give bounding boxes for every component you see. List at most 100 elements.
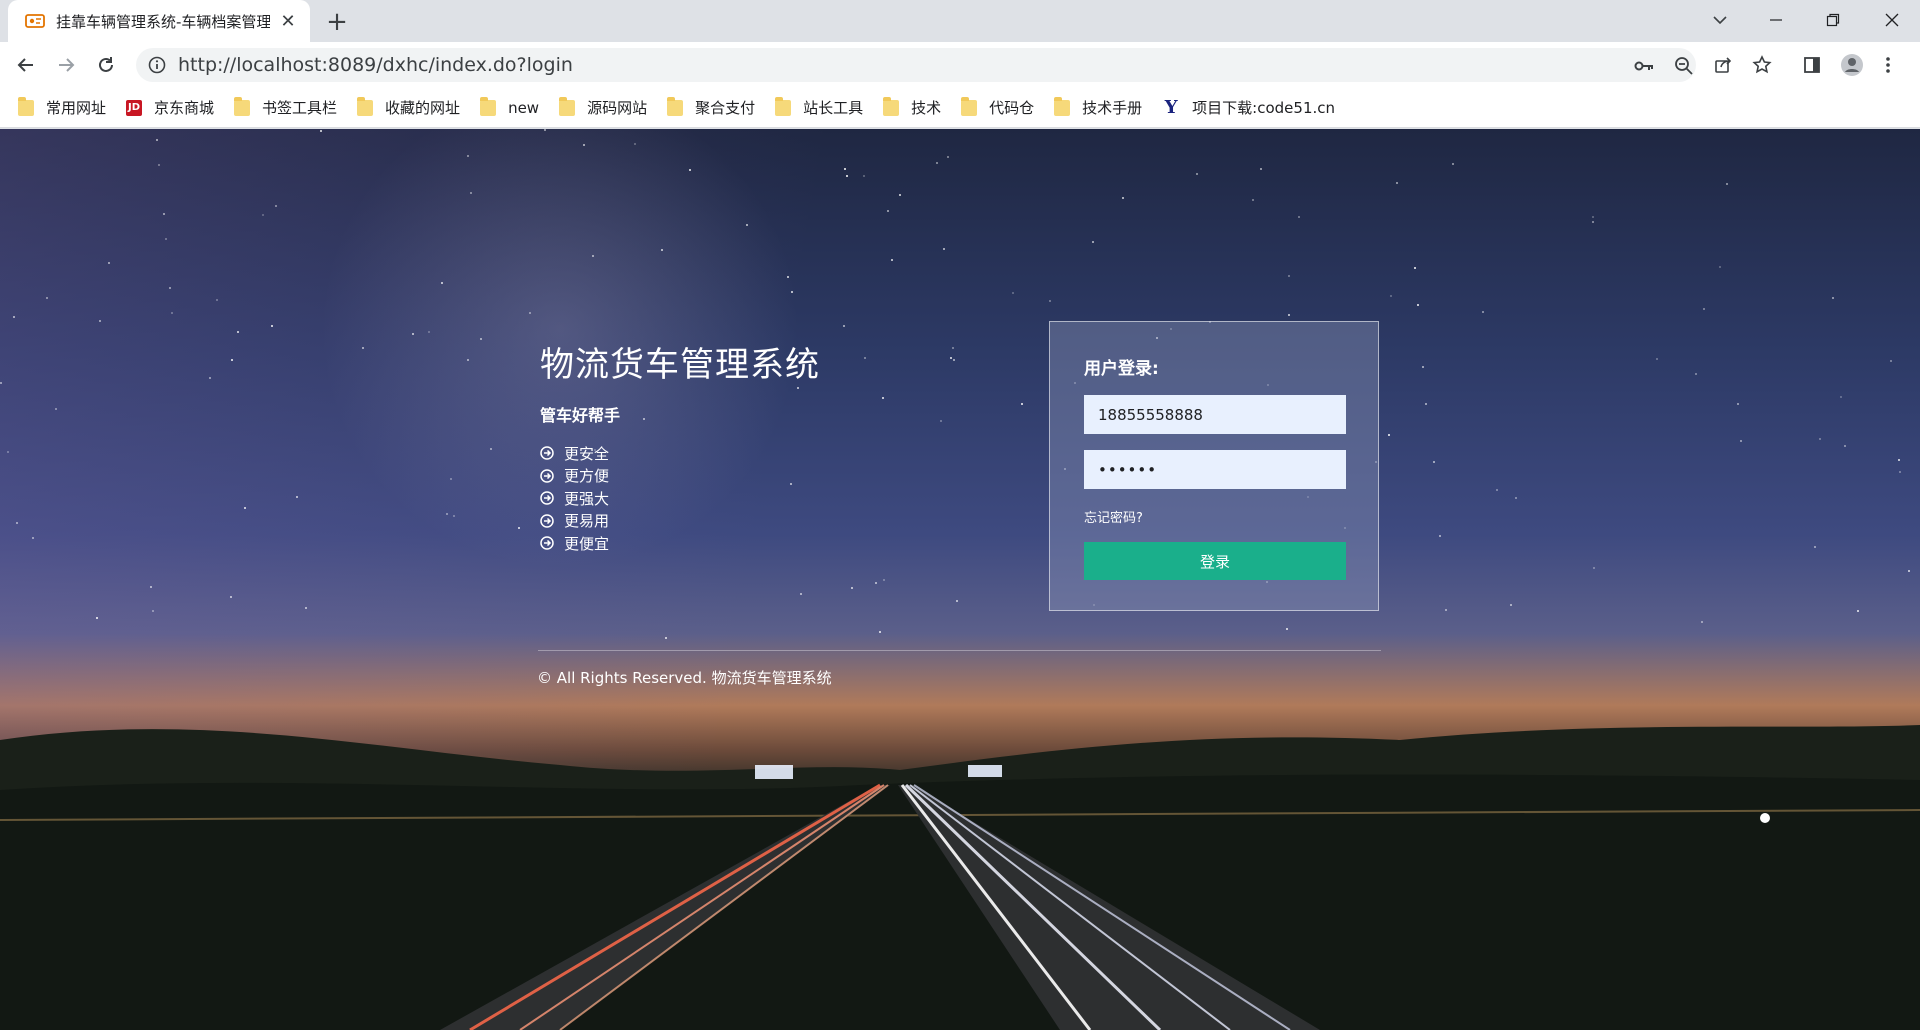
star xyxy=(446,513,448,515)
folder-icon xyxy=(18,96,34,116)
bookmark-item[interactable]: 技术手册 xyxy=(1054,94,1142,122)
bookmark-item[interactable]: Y 项目下载:code51.cn xyxy=(1162,94,1335,122)
bookmark-item[interactable]: 书签工具栏 xyxy=(234,94,337,122)
folder-icon xyxy=(1054,96,1071,116)
star xyxy=(1388,434,1390,436)
feature-label: 更易用 xyxy=(564,512,610,531)
list-item: 更便宜 xyxy=(540,532,820,555)
star xyxy=(592,255,594,257)
address-bar[interactable]: http://localhost:8089/dxhc/index.do?logi… xyxy=(136,48,1696,82)
system-intro: 物流货车管理系统 管车好帮手 更安全 更方便 更强大 更易用 更便宜 xyxy=(540,337,820,555)
bookmark-item[interactable]: 技术 xyxy=(883,94,941,122)
folder-icon xyxy=(775,96,792,116)
share-icon[interactable] xyxy=(1707,49,1739,81)
star xyxy=(1196,173,1198,175)
zoom-icon[interactable] xyxy=(1673,55,1695,77)
folder-icon xyxy=(559,96,576,116)
key-icon[interactable] xyxy=(1633,55,1655,77)
star xyxy=(470,192,472,194)
star xyxy=(1719,266,1721,268)
folder-icon xyxy=(234,96,251,116)
side-panel-icon[interactable] xyxy=(1796,49,1828,81)
bookmark-item[interactable]: JD 京东商城 xyxy=(126,94,214,122)
star xyxy=(844,168,846,170)
login-button[interactable]: 登录 xyxy=(1084,542,1346,580)
star xyxy=(1298,216,1300,218)
tab-close-icon[interactable]: ✕ xyxy=(278,11,298,32)
star xyxy=(467,359,469,361)
star xyxy=(32,537,34,539)
tab-search-chevron-icon[interactable] xyxy=(1700,4,1740,36)
star xyxy=(1908,570,1910,572)
star xyxy=(171,312,173,314)
star xyxy=(1592,216,1594,218)
star xyxy=(851,587,853,589)
star xyxy=(1092,241,1094,243)
star xyxy=(1445,609,1447,611)
forgot-password-link[interactable]: 忘记密码? xyxy=(1084,507,1344,526)
star xyxy=(665,637,667,639)
star xyxy=(1701,621,1703,623)
arrow-circle-right-icon xyxy=(540,536,554,550)
star xyxy=(1260,168,1262,170)
minimize-icon[interactable] xyxy=(1756,4,1796,36)
footer-copyright: © All Rights Reserved. 物流货车管理系统 xyxy=(537,669,832,687)
star xyxy=(1819,438,1821,440)
bookmark-item[interactable]: 站长工具 xyxy=(775,94,863,122)
star xyxy=(634,143,636,145)
browser-menu-icon[interactable] xyxy=(1872,49,1904,81)
star xyxy=(99,320,101,322)
folder-icon xyxy=(961,96,978,116)
star xyxy=(1840,396,1842,398)
star xyxy=(320,130,322,132)
profile-avatar-icon[interactable] xyxy=(1836,49,1868,81)
new-tab-icon[interactable]: + xyxy=(322,7,352,37)
bookmark-item[interactable]: 聚合支付 xyxy=(667,94,755,122)
arrow-circle-right-icon xyxy=(540,469,554,483)
star xyxy=(305,607,307,609)
star xyxy=(1396,182,1398,184)
footer-divider xyxy=(538,650,1381,651)
star xyxy=(1496,489,1498,491)
feature-label: 更便宜 xyxy=(564,534,610,553)
restore-icon[interactable] xyxy=(1813,4,1853,36)
star xyxy=(1433,461,1435,463)
tab-strip: 挂靠车辆管理系统-车辆档案管理 ✕ + xyxy=(0,0,1920,42)
feature-list: 更安全 更方便 更强大 更易用 更便宜 xyxy=(540,442,820,555)
star xyxy=(7,451,9,453)
star xyxy=(1857,610,1859,612)
site-info-icon[interactable] xyxy=(148,56,166,74)
arrow-circle-right-icon xyxy=(540,491,554,505)
back-icon[interactable] xyxy=(10,49,42,81)
star xyxy=(544,129,546,131)
star xyxy=(237,331,239,333)
close-window-icon[interactable] xyxy=(1872,4,1912,36)
star xyxy=(899,194,901,196)
star xyxy=(453,515,455,517)
star xyxy=(1740,440,1742,442)
star xyxy=(1844,445,1846,447)
bookmark-item[interactable]: 代码仓 xyxy=(961,94,1034,122)
star xyxy=(1439,535,1441,537)
star xyxy=(1832,297,1834,299)
bookmark-item[interactable]: 收藏的网址 xyxy=(357,94,460,122)
arrow-circle-right-icon xyxy=(540,514,554,528)
star xyxy=(1286,628,1288,630)
url-text[interactable]: http://localhost:8089/dxhc/index.do?logi… xyxy=(178,48,573,82)
list-item: 更方便 xyxy=(540,465,820,488)
star xyxy=(952,347,954,349)
star xyxy=(1288,314,1290,316)
forward-icon[interactable] xyxy=(50,49,82,81)
star xyxy=(450,478,452,480)
arrow-circle-right-icon xyxy=(540,446,554,460)
reload-icon[interactable] xyxy=(90,49,122,81)
jd-logo-icon: JD xyxy=(126,99,143,116)
bookmark-item[interactable]: 常用网址 xyxy=(18,94,106,122)
bookmark-item[interactable]: 源码网站 xyxy=(559,94,647,122)
bookmark-item[interactable]: new xyxy=(480,94,539,122)
username-input[interactable] xyxy=(1084,395,1346,434)
bookmark-star-icon[interactable] xyxy=(1746,49,1778,81)
password-input[interactable] xyxy=(1084,450,1346,489)
star xyxy=(490,448,492,450)
browser-tab-active[interactable]: 挂靠车辆管理系统-车辆档案管理 ✕ xyxy=(8,0,310,42)
